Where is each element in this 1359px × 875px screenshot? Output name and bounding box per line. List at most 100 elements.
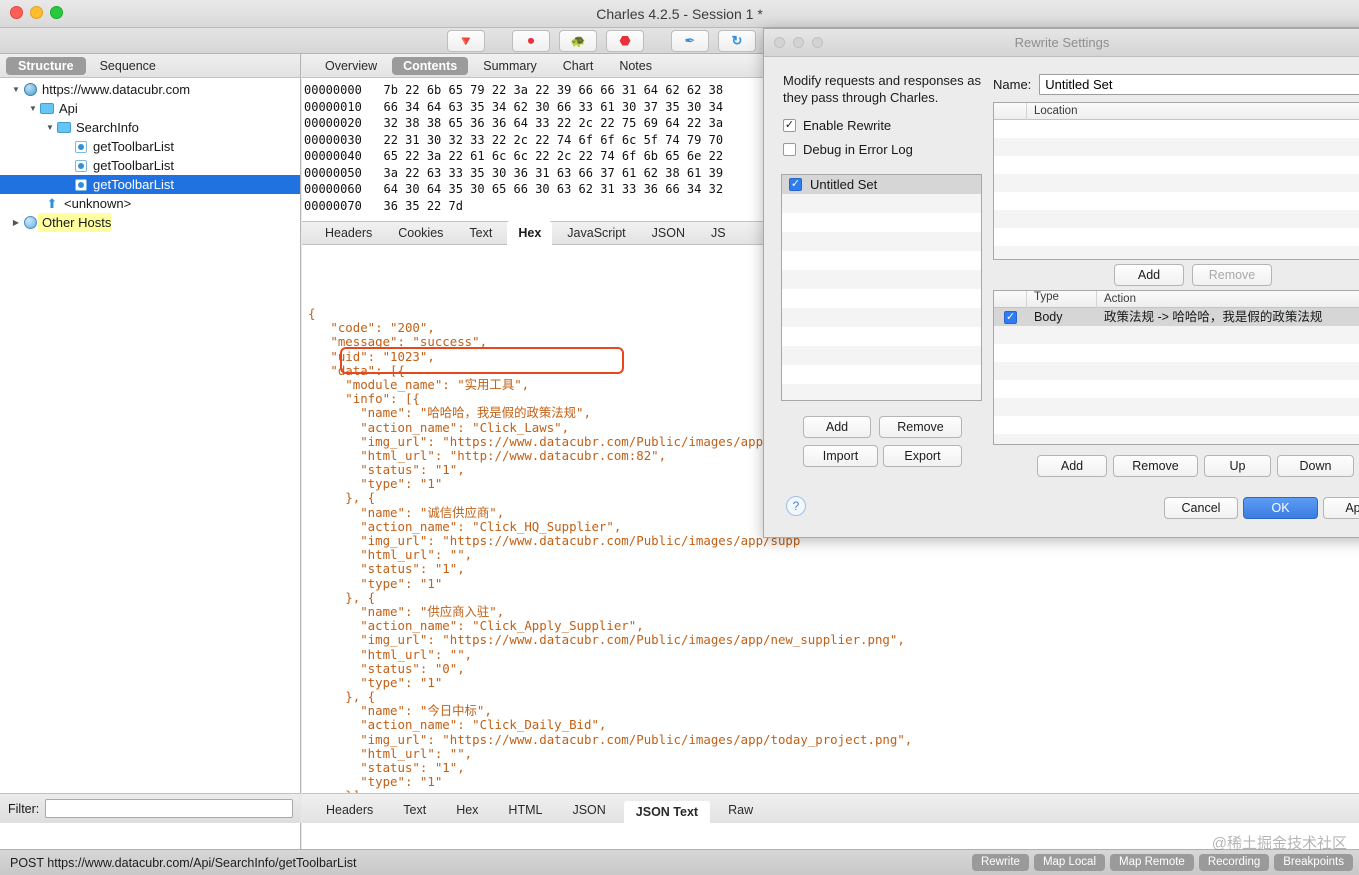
dialog-title-bar: Rewrite Settings — [764, 29, 1359, 57]
action-row-empty — [994, 344, 1359, 362]
record-icon[interactable]: ⏺ — [512, 30, 550, 52]
watermark-text: @稀土掘金技术社区 — [1211, 835, 1347, 852]
hex-bytes: 7b 22 6b 65 79 22 3a 22 39 66 66 31 64 6… — [383, 83, 724, 97]
filter-input[interactable] — [45, 799, 293, 818]
tab-notes[interactable]: Notes — [608, 57, 663, 75]
throttle-icon[interactable]: 🐢 — [559, 30, 597, 52]
tree-item-label: https://www.datacubr.com — [42, 82, 191, 97]
tab-raw-bottom[interactable]: Raw — [716, 800, 765, 820]
tab-hex-bottom[interactable]: Hex — [444, 800, 490, 820]
location-add-button[interactable]: Add — [1114, 264, 1184, 286]
tab-json-bottom[interactable]: JSON — [560, 800, 617, 820]
tab-html-bottom[interactable]: HTML — [496, 800, 554, 820]
tree-item-unknown[interactable]: ⬆ <unknown> — [0, 194, 300, 213]
action-up-button[interactable]: Up — [1204, 455, 1271, 477]
chevron-down-icon[interactable]: ▼ — [44, 118, 56, 137]
tab-json-text[interactable]: JS — [700, 224, 737, 242]
tree-item-request-3[interactable]: getToolbarList — [0, 175, 300, 194]
location-row-empty — [994, 228, 1359, 246]
rewrite-sets-list[interactable]: ✓ Untitled Set — [781, 174, 982, 401]
debug-error-log-row[interactable]: Debug in Error Log — [783, 142, 913, 157]
tree-item-label: getToolbarList — [93, 177, 174, 192]
set-row-empty — [782, 232, 981, 251]
tab-text-bottom[interactable]: Text — [391, 800, 438, 820]
repeat-icon[interactable]: ↻ — [718, 30, 756, 52]
set-add-button[interactable]: Add — [803, 416, 871, 438]
set-export-button[interactable]: Export — [883, 445, 962, 467]
tab-structure[interactable]: Structure — [6, 56, 86, 75]
status-pill-breakpoints[interactable]: Breakpoints — [1274, 854, 1353, 871]
set-remove-button[interactable]: Remove — [879, 416, 962, 438]
status-pill-rewrite[interactable]: Rewrite — [971, 854, 1029, 871]
set-row-empty — [782, 384, 981, 400]
set-row-empty — [782, 289, 981, 308]
tab-headers[interactable]: Headers — [314, 224, 383, 242]
location-row-empty — [994, 138, 1359, 156]
sidebar: Structure Sequence ▼ https://www.datacub… — [0, 54, 301, 849]
enable-rewrite-checkbox[interactable]: ✓ — [783, 119, 796, 132]
set-label: Untitled Set — [810, 177, 878, 192]
tree-item-host[interactable]: ▼ https://www.datacubr.com — [0, 80, 300, 99]
tab-sequence[interactable]: Sequence — [88, 57, 168, 75]
json-line: "status": "0", — [308, 660, 465, 676]
json-line: }, { — [308, 689, 376, 705]
tree-item-request-2[interactable]: getToolbarList — [0, 156, 300, 175]
apply-button[interactable]: Ap — [1323, 497, 1359, 519]
globe-icon — [22, 83, 38, 96]
action-row-empty — [994, 416, 1359, 434]
tab-summary[interactable]: Summary — [472, 57, 547, 75]
cancel-button[interactable]: Cancel — [1164, 497, 1238, 519]
chevron-right-icon[interactable]: ▶ — [10, 213, 22, 232]
hosts-icon — [22, 216, 38, 229]
hex-offset: 00000000 — [304, 83, 362, 97]
tab-headers-bottom[interactable]: Headers — [314, 800, 385, 820]
tab-contents[interactable]: Contents — [392, 56, 469, 75]
tree-item-label: SearchInfo — [76, 120, 139, 135]
tree-item-searchinfo[interactable]: ▼ SearchInfo — [0, 118, 300, 137]
tab-javascript[interactable]: JavaScript — [556, 224, 636, 242]
status-pill-map-remote[interactable]: Map Remote — [1110, 854, 1194, 871]
clear-icon[interactable]: 🔻 — [447, 30, 485, 52]
enable-rewrite-row[interactable]: ✓ Enable Rewrite — [783, 118, 891, 133]
action-row-empty — [994, 398, 1359, 416]
set-import-button[interactable]: Import — [803, 445, 878, 467]
tab-json-text-bottom[interactable]: JSON Text — [623, 801, 711, 823]
compose-icon[interactable]: ✒ — [671, 30, 709, 52]
action-remove-button[interactable]: Remove — [1113, 455, 1198, 477]
action-action-col-header: Action — [1104, 293, 1136, 305]
tree-item-other-hosts[interactable]: ▶ Other Hosts — [0, 213, 300, 232]
location-table[interactable]: Location — [993, 102, 1359, 260]
ok-button[interactable]: OK — [1243, 497, 1318, 519]
tab-text[interactable]: Text — [458, 224, 503, 242]
tab-overview[interactable]: Overview — [314, 57, 388, 75]
breakpoints-icon[interactable]: ⬣ — [606, 30, 644, 52]
debug-error-log-checkbox[interactable] — [783, 143, 796, 156]
tree-item-request-1[interactable]: getToolbarList — [0, 137, 300, 156]
action-row[interactable]: ✓ Body 政策法规 -> 哈哈哈，我是假的政策法规 — [994, 308, 1359, 326]
chevron-down-icon[interactable]: ▼ — [27, 99, 39, 118]
action-add-button[interactable]: Add — [1037, 455, 1107, 477]
tab-cookies[interactable]: Cookies — [387, 224, 454, 242]
action-check-col — [994, 291, 1027, 308]
tree-item-label: getToolbarList — [93, 139, 174, 154]
set-name-input[interactable] — [1039, 74, 1359, 95]
action-enabled-checkbox[interactable]: ✓ — [994, 310, 1027, 324]
tab-chart[interactable]: Chart — [552, 57, 605, 75]
actions-table[interactable]: Type Action ✓ Body 政策法规 -> 哈哈哈，我是假的政策法规 — [993, 290, 1359, 445]
rewrite-set-row[interactable]: ✓ Untitled Set — [782, 175, 981, 194]
filter-label: Filter: — [8, 801, 40, 816]
dialog-description: Modify requests and responses as they pa… — [783, 73, 981, 105]
help-icon[interactable]: ? — [786, 496, 806, 516]
json-line: "action_name": "Click_Apply_Supplier", — [308, 618, 644, 634]
title-bar: Charles 4.2.5 - Session 1 * — [0, 0, 1359, 28]
status-pill-map-local[interactable]: Map Local — [1033, 854, 1105, 871]
hex-offset: 00000040 — [304, 149, 362, 163]
set-enabled-checkbox[interactable]: ✓ — [789, 178, 802, 191]
status-pill-recording[interactable]: Recording — [1198, 854, 1270, 871]
tab-hex[interactable]: Hex — [507, 221, 553, 245]
tree-item-api[interactable]: ▼ Api — [0, 99, 300, 118]
action-down-button[interactable]: Down — [1277, 455, 1354, 477]
actions-table-header: Type Action — [994, 291, 1359, 308]
chevron-down-icon[interactable]: ▼ — [10, 80, 22, 99]
tab-json[interactable]: JSON — [641, 224, 696, 242]
